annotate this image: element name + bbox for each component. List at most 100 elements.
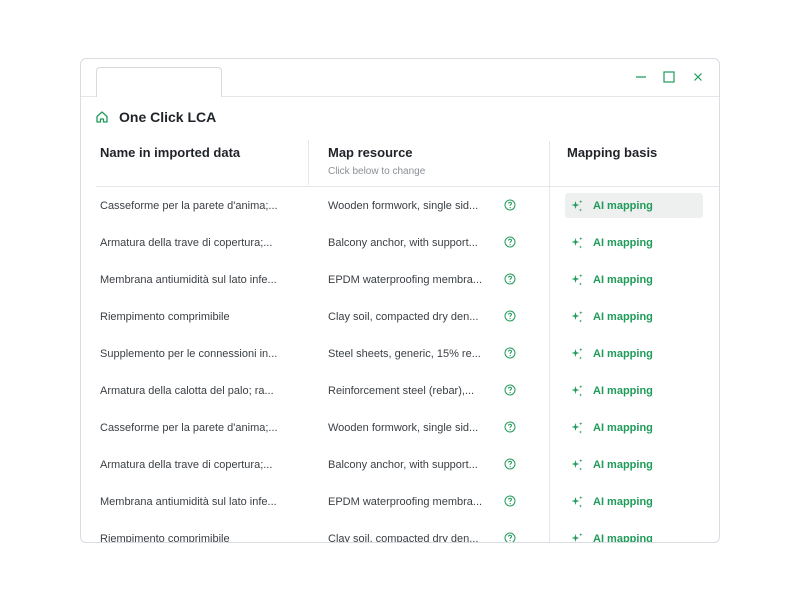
sparkle-icon (570, 310, 584, 324)
imported-name-cell: Supplemento per le connessioni in... (100, 335, 300, 372)
map-resource-cell[interactable]: EPDM waterproofing membra... (328, 483, 528, 520)
home-icon[interactable] (95, 110, 109, 124)
map-resource-link[interactable]: EPDM waterproofing membra... (328, 496, 482, 508)
map-resource-cell[interactable]: Wooden formwork, single sid... (328, 409, 528, 446)
imported-name: Riempimento comprimibile (100, 310, 230, 323)
column-title: Mapping basis (567, 145, 658, 160)
mapping-basis-badge[interactable]: AI mapping (565, 452, 703, 477)
imported-name: Casseforme per la parete d'anima;... (100, 199, 278, 212)
table-row[interactable]: Casseforme per la parete d'anima;... Wood… (81, 409, 719, 446)
help-circle-icon[interactable] (504, 199, 516, 211)
map-resource-link[interactable]: Clay soil, compacted dry den... (328, 311, 478, 323)
map-resource-cell[interactable]: Wooden formwork, single sid... (328, 187, 528, 224)
mapping-basis-label: AI mapping (593, 347, 653, 360)
mapping-basis-badge[interactable]: AI mapping (565, 230, 703, 255)
column-title: Map resource (328, 145, 413, 160)
mapping-basis-badge[interactable]: AI mapping (565, 489, 703, 514)
map-resource-link[interactable]: Wooden formwork, single sid... (328, 200, 478, 212)
mapping-basis-badge[interactable]: AI mapping (565, 304, 703, 329)
mapping-basis-label: AI mapping (593, 384, 653, 397)
imported-name-cell: Riempimento comprimibile (100, 298, 300, 335)
mapping-basis-badge[interactable]: AI mapping (565, 341, 703, 366)
column-header-mapping-basis: Mapping basis (567, 139, 657, 187)
imported-name-cell: Armatura della trave di copertura;... (100, 446, 300, 483)
mapping-basis-badge[interactable]: AI mapping (565, 193, 703, 218)
help-circle-icon[interactable] (504, 384, 516, 396)
mapping-basis-label: AI mapping (593, 495, 653, 508)
table-row[interactable]: Armatura della calotta del palo; ra... Re… (81, 372, 719, 409)
column-header-map-resource: Map resource Click below to change (328, 139, 425, 187)
map-resource-cell[interactable]: Steel sheets, generic, 15% re... (328, 335, 528, 372)
map-resource-cell[interactable]: Balcony anchor, with support... (328, 224, 528, 261)
sparkle-icon (570, 273, 584, 287)
help-circle-icon[interactable] (504, 458, 516, 470)
table-row[interactable]: Casseforme per la parete d'anima;... Wood… (81, 187, 719, 224)
imported-name: Casseforme per la parete d'anima;... (100, 421, 278, 434)
help-circle-icon[interactable] (504, 310, 516, 322)
table-row[interactable]: Supplemento per le connessioni in... Stee… (81, 335, 719, 372)
map-resource-cell[interactable]: EPDM waterproofing membra... (328, 261, 528, 298)
imported-name-cell: Membrana antiumidità sul lato infe... (100, 261, 300, 298)
column-divider (308, 140, 309, 185)
imported-name-cell: Casseforme per la parete d'anima;... (100, 409, 300, 446)
sparkle-icon (570, 421, 584, 435)
mapping-basis-label: AI mapping (593, 236, 653, 249)
close-icon[interactable] (690, 69, 706, 85)
brand-bar: One Click LCA (95, 108, 216, 126)
help-circle-icon[interactable] (504, 532, 516, 542)
maximize-icon[interactable] (661, 69, 677, 85)
map-resource-cell[interactable]: Reinforcement steel (rebar),... (328, 372, 528, 409)
table-row[interactable]: Membrana antiumidità sul lato infe... EPD… (81, 261, 719, 298)
map-resource-cell[interactable]: Balcony anchor, with support... (328, 446, 528, 483)
imported-name: Armatura della calotta del palo; ra... (100, 384, 274, 397)
map-resource-link[interactable]: Clay soil, compacted dry den... (328, 533, 478, 543)
map-resource-cell[interactable]: Clay soil, compacted dry den... (328, 520, 528, 543)
help-circle-icon[interactable] (504, 421, 516, 433)
mapping-basis-label: AI mapping (593, 421, 653, 434)
mapping-basis-label: AI mapping (593, 310, 653, 323)
sparkle-icon (570, 532, 584, 542)
sparkle-icon (570, 236, 584, 250)
app-window: One Click LCA Name in imported data Map … (80, 58, 720, 543)
table-body: Casseforme per la parete d'anima;... Wood… (81, 187, 719, 543)
map-resource-link[interactable]: Reinforcement steel (rebar),... (328, 385, 474, 397)
map-resource-link[interactable]: Wooden formwork, single sid... (328, 422, 478, 434)
mapping-basis-label: AI mapping (593, 273, 653, 286)
imported-name-cell: Armatura della calotta del palo; ra... (100, 372, 300, 409)
map-resource-link[interactable]: Balcony anchor, with support... (328, 459, 478, 471)
map-resource-link[interactable]: Balcony anchor, with support... (328, 237, 478, 249)
sparkle-icon (570, 199, 584, 213)
mapping-basis-label: AI mapping (593, 199, 653, 212)
table-row[interactable]: Armatura della trave di copertura;... Bal… (81, 446, 719, 483)
table-row[interactable]: Riempimento comprimibile Clay soil, compa… (81, 298, 719, 335)
imported-name-cell: Casseforme per la parete d'anima;... (100, 187, 300, 224)
imported-name-cell: Armatura della trave di copertura;... (100, 224, 300, 261)
help-circle-icon[interactable] (504, 273, 516, 285)
table-row[interactable]: Membrana antiumidità sul lato infe... EPD… (81, 483, 719, 520)
imported-name: Armatura della trave di copertura;... (100, 236, 273, 249)
imported-name-cell: Membrana antiumidità sul lato infe... (100, 483, 300, 520)
mapping-basis-badge[interactable]: AI mapping (565, 378, 703, 403)
column-title: Name in imported data (100, 145, 241, 160)
window-tab[interactable] (96, 67, 222, 97)
help-circle-icon[interactable] (504, 236, 516, 248)
mapping-basis-label: AI mapping (593, 532, 653, 543)
mapping-basis-badge[interactable]: AI mapping (565, 267, 703, 292)
mapping-basis-badge[interactable]: AI mapping (565, 526, 703, 543)
imported-name: Riempimento comprimibile (100, 532, 230, 543)
map-resource-cell[interactable]: Clay soil, compacted dry den... (328, 298, 528, 335)
sparkle-icon (570, 384, 584, 398)
mapping-basis-badge[interactable]: AI mapping (565, 415, 703, 440)
mapping-basis-label: AI mapping (593, 458, 653, 471)
help-circle-icon[interactable] (504, 495, 516, 507)
imported-name: Armatura della trave di copertura;... (100, 458, 273, 471)
table-row[interactable]: Armatura della trave di copertura;... Bal… (81, 224, 719, 261)
sparkle-icon (570, 458, 584, 472)
column-hint: Click below to change (328, 166, 426, 177)
title-bar (81, 59, 719, 97)
map-resource-link[interactable]: EPDM waterproofing membra... (328, 274, 482, 286)
minimize-icon[interactable] (633, 69, 649, 85)
map-resource-link[interactable]: Steel sheets, generic, 15% re... (328, 348, 481, 360)
table-row[interactable]: Riempimento comprimibile Clay soil, compa… (81, 520, 719, 543)
help-circle-icon[interactable] (504, 347, 516, 359)
